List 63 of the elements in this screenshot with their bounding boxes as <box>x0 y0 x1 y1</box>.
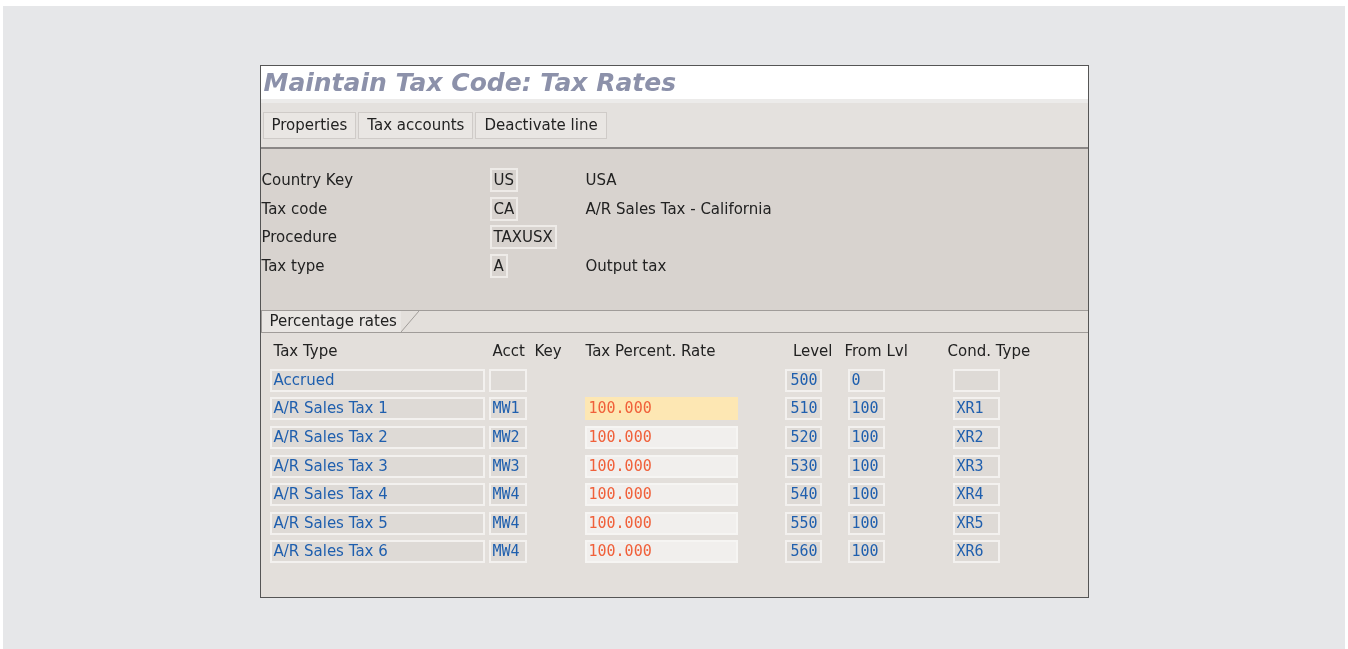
tax-type-cell: A/R Sales Tax 3 <box>269 454 485 478</box>
account-key-field[interactable]: MW1 <box>488 397 527 421</box>
tax-rate-field[interactable]: 100.000 <box>584 397 738 421</box>
condition-type-field[interactable]: XR2 <box>952 426 1000 449</box>
from-level-field[interactable]: 100 <box>847 483 885 507</box>
input-field[interactable]: CA <box>489 196 519 221</box>
level-field[interactable]: 550 <box>784 511 822 535</box>
tax-rate-field[interactable]: 100.000 <box>584 540 738 564</box>
input-field[interactable]: A <box>489 253 508 278</box>
level-field[interactable]: 520 <box>784 426 822 449</box>
tax-type-cell: A/R Sales Tax 4 <box>269 483 485 507</box>
input-field[interactable]: US <box>489 168 518 193</box>
condition-type-field[interactable]: XR1 <box>952 397 1000 421</box>
from-level-field[interactable]: 100 <box>847 426 885 449</box>
field-label: Procedure <box>261 227 338 248</box>
window-title: Maintain Tax Code: Tax Rates <box>263 70 677 95</box>
level-field[interactable]: 530 <box>784 454 822 478</box>
level-field[interactable]: 560 <box>784 540 822 564</box>
field-description: A/R Sales Tax - California <box>585 198 773 220</box>
condition-type-field[interactable]: XR4 <box>952 483 1000 507</box>
level-field[interactable]: 500 <box>784 368 822 392</box>
from-level-field[interactable]: 100 <box>847 540 885 564</box>
toolbar-button[interactable]: Properties <box>262 111 357 139</box>
account-key-field[interactable]: MW3 <box>488 454 527 478</box>
toolbar-button[interactable]: Deactivate line <box>475 111 607 139</box>
column-header: Level <box>791 341 834 363</box>
from-level-field[interactable]: 0 <box>847 368 885 392</box>
column-header: From Lvl <box>843 341 909 363</box>
condition-type-field[interactable]: XR5 <box>952 511 1000 535</box>
level-field[interactable]: 510 <box>784 397 822 421</box>
tax-rate-field[interactable]: 100.000 <box>584 511 738 535</box>
field-label: Tax type <box>261 255 326 277</box>
account-key-field[interactable]: MW2 <box>488 426 527 449</box>
column-header: Tax Type <box>272 341 339 363</box>
column-header: Tax Percent. Rate <box>585 341 717 363</box>
tax-rate-field[interactable]: 100.000 <box>584 483 738 507</box>
from-level-field[interactable]: 100 <box>847 454 885 478</box>
field-description: Output tax <box>585 255 668 277</box>
tax-type-cell: A/R Sales Tax 6 <box>269 540 485 564</box>
column-header: Acct Key <box>491 341 563 363</box>
condition-type-field[interactable] <box>952 368 1000 392</box>
from-level-field[interactable]: 100 <box>847 511 885 535</box>
account-key-field[interactable]: MW4 <box>488 483 527 507</box>
tax-type-cell: A/R Sales Tax 5 <box>269 511 485 535</box>
account-key-field[interactable]: MW4 <box>488 540 527 564</box>
tax-type-cell: A/R Sales Tax 1 <box>269 397 485 421</box>
account-key-field[interactable]: MW4 <box>488 511 527 535</box>
tax-rate-field[interactable]: 100.000 <box>584 426 738 449</box>
input-field[interactable]: TAXUSX <box>489 225 557 250</box>
tax-type-cell: Accrued <box>269 368 485 392</box>
field-label: Country Key <box>261 170 355 191</box>
condition-type-field[interactable]: XR6 <box>952 540 1000 564</box>
field-description: USA <box>585 170 618 191</box>
toolbar-button[interactable]: Tax accounts <box>358 111 474 139</box>
account-key-field[interactable] <box>488 368 527 392</box>
level-field[interactable]: 540 <box>784 483 822 507</box>
field-label: Tax code <box>261 198 329 220</box>
condition-type-field[interactable]: XR3 <box>952 454 1000 478</box>
from-level-field[interactable]: 100 <box>847 397 885 421</box>
tax-type-cell: A/R Sales Tax 2 <box>269 426 485 449</box>
tab[interactable]: Percentage rates <box>260 311 401 332</box>
tax-rate-field[interactable]: 100.000 <box>584 454 738 478</box>
column-header: Cond. Type <box>946 341 1032 363</box>
